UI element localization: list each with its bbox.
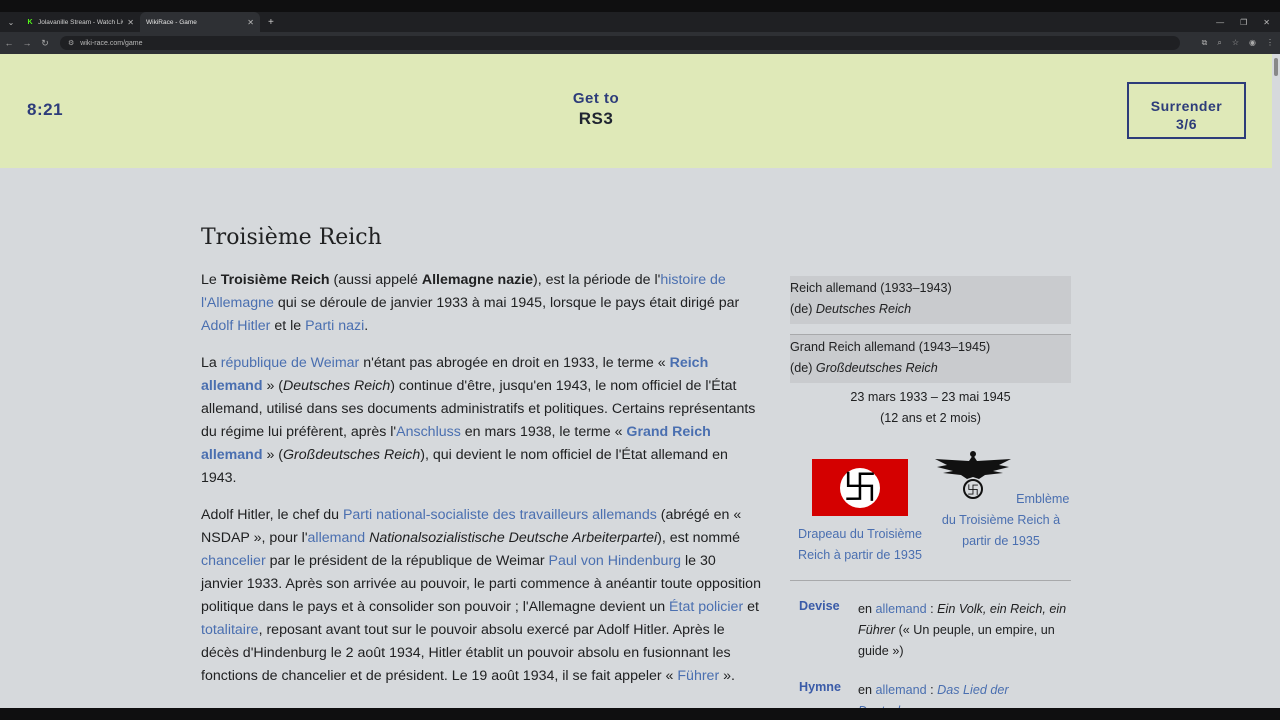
address-bar: ← → ↻ ⚙ wiki-race.com/game ⧉ ⌕ ☆ ◉ ⋮	[0, 32, 1280, 54]
hymne-label: Hymne	[799, 680, 841, 694]
page-title: Troisième Reich	[201, 225, 382, 250]
link-nsdap[interactable]: Parti national-socialiste des travailleu…	[343, 507, 657, 523]
game-timer: 8:21	[27, 100, 64, 119]
maximize-icon[interactable]: ❐	[1240, 18, 1247, 27]
surrender-button[interactable]: Surrender 3/6	[1127, 82, 1246, 139]
link-allemand[interactable]: allemand	[876, 683, 927, 697]
tab-search-icon[interactable]: ⌄	[2, 14, 20, 30]
tab-title: Jolavanille Stream - Watch Live	[38, 18, 124, 26]
link-adolf-hitler[interactable]: Adolf Hitler	[201, 318, 270, 334]
window-controls: — ❐ ✕	[1216, 12, 1270, 32]
link-republique-weimar[interactable]: république de Weimar	[221, 355, 360, 371]
target-label: Get to	[572, 90, 620, 107]
devise-value: en allemand : Ein Volk, ein Reich, ein F…	[858, 602, 1067, 658]
forward-icon[interactable]: →	[18, 38, 36, 48]
link-chancelier[interactable]: chancelier	[201, 553, 266, 569]
emblem-caption-link[interactable]: Emblème du Troisième Reich à partir de 1…	[942, 492, 1070, 548]
zoom-icon[interactable]: ⌕	[1217, 38, 1221, 48]
flag-figure: 卐 Drapeau du Troisième Reich à partir de…	[790, 459, 930, 566]
browser-tools: ⧉ ⌕ ☆ ◉ ⋮	[1202, 38, 1274, 48]
emblem-figure: 卐 Emblème du Troisième Reich à partir de…	[931, 449, 1071, 566]
url-text: wiki-race.com/game	[80, 39, 143, 47]
close-tab-icon[interactable]: ✕	[127, 18, 134, 27]
infobox-hymne-row: Hymne en allemand : Das Lied der Deutsch…	[790, 680, 1071, 708]
page-scrollbar[interactable]	[1272, 54, 1280, 708]
profile-icon[interactable]: ◉	[1249, 38, 1256, 48]
browser-tab-active[interactable]: WikiRace - Game ✕	[140, 12, 260, 32]
hymne-value: en allemand : Das Lied der Deutschen	[858, 680, 1071, 708]
link-paul-von-hindenburg[interactable]: Paul von Hindenburg	[549, 553, 682, 569]
link-fuhrer[interactable]: Führer	[677, 668, 719, 684]
browser-tab-bar: ⌄ K Jolavanille Stream - Watch Live ✕ Wi…	[0, 12, 1280, 32]
minimize-icon[interactable]: —	[1216, 18, 1224, 27]
translate-icon[interactable]: ⧉	[1202, 38, 1208, 48]
site-info-icon[interactable]: ⚙	[68, 39, 74, 47]
infobox-name-2: Grand Reich allemand (1943–1945) (de) Gr…	[790, 334, 1071, 383]
tab-title: WikiRace - Game	[146, 18, 197, 26]
link-allemand[interactable]: allemand	[308, 530, 366, 546]
kick-favicon-icon: K	[27, 18, 33, 26]
flag-caption-link[interactable]: Drapeau du Troisième Reich à partir de 1…	[798, 527, 922, 562]
infobox-name-1: Reich allemand (1933–1943) (de) Deutsche…	[790, 276, 1071, 324]
eagle-emblem-icon[interactable]: 卐	[933, 449, 1013, 499]
browser-tab[interactable]: K Jolavanille Stream - Watch Live ✕	[20, 12, 140, 32]
infobox-images: 卐 Drapeau du Troisième Reich à partir de…	[790, 451, 1071, 566]
infobox-divider	[790, 580, 1071, 581]
game-header: 8:21 Get to RS3 Surrender 3/6	[0, 54, 1272, 168]
menu-icon[interactable]: ⋮	[1266, 38, 1274, 48]
surrender-label: Surrender	[1150, 98, 1223, 114]
link-totalitaire[interactable]: totalitaire	[201, 622, 259, 638]
link-allemand[interactable]: allemand	[876, 602, 927, 616]
target-page: RS3	[578, 109, 614, 128]
article-body: Le Troisième Reich (aussi appelé Allemag…	[201, 269, 761, 702]
new-tab-icon[interactable]: +	[268, 17, 274, 28]
link-parti-nazi[interactable]: Parti nazi	[305, 318, 364, 334]
back-icon[interactable]: ←	[0, 38, 18, 48]
infobox-devise-row: Devise en allemand : Ein Volk, ein Reich…	[790, 599, 1071, 662]
close-tab-icon[interactable]: ✕	[247, 18, 254, 27]
link-anschluss[interactable]: Anschluss	[396, 424, 461, 440]
link-etat-policier[interactable]: État policier	[669, 599, 743, 615]
article-area: Troisième Reich Le Troisième Reich (auss…	[0, 168, 1272, 708]
flag-image[interactable]: 卐	[812, 459, 908, 516]
flag-disc: 卐	[840, 467, 880, 508]
target-panel: Get to RS3	[496, 90, 696, 129]
scrollbar-thumb[interactable]	[1274, 58, 1278, 76]
close-window-icon[interactable]: ✕	[1263, 18, 1270, 27]
reload-icon[interactable]: ↻	[36, 38, 54, 49]
paragraph: Le Troisième Reich (aussi appelé Allemag…	[201, 272, 740, 334]
url-field[interactable]: ⚙ wiki-race.com/game	[60, 36, 1180, 50]
surrender-count: 3/6	[1176, 116, 1197, 132]
infobox-dates: 23 mars 1933 – 23 mai 1945 (12 ans et 2 …	[850, 390, 1011, 425]
bookmark-star-icon[interactable]: ☆	[1232, 38, 1239, 48]
infobox: Reich allemand (1933–1943) (de) Deutsche…	[790, 276, 1071, 708]
svg-text:卐: 卐	[967, 483, 979, 497]
paragraph: Adolf Hitler, le chef du Parti national-…	[201, 507, 761, 684]
paragraph: La république de Weimar n'étant pas abro…	[201, 355, 756, 486]
screen-bottom-bar	[0, 708, 1280, 720]
devise-label: Devise	[799, 599, 840, 613]
